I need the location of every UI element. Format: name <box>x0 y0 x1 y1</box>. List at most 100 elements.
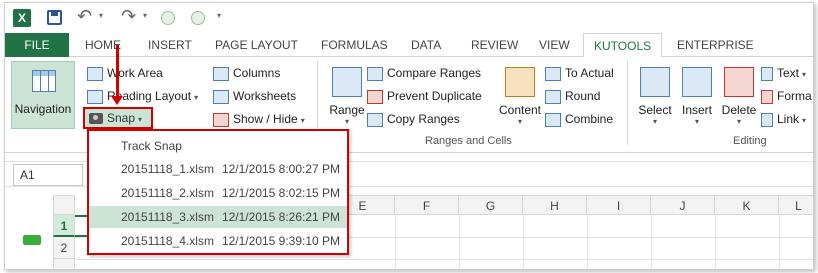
undo-dropdown-icon[interactable]: ▾ <box>99 11 103 20</box>
prevent-duplicate-icon <box>367 89 383 104</box>
snap-button[interactable]: Snap ▾ <box>83 107 153 129</box>
group-label-ranges-and-cells: Ranges and Cells <box>425 135 512 147</box>
combine-button[interactable]: Combine <box>545 109 613 129</box>
navigation-button[interactable]: Navigation <box>11 61 75 129</box>
snap-file-name: 20151118_4.xlsm <box>121 234 214 248</box>
camera-icon <box>89 113 103 125</box>
snap-timestamp: 12/1/2015 8:02:15 PM <box>221 186 341 200</box>
tab-formulas[interactable]: FORMULAS <box>321 33 388 57</box>
prevent-duplicate-button[interactable]: Prevent Duplicate <box>367 86 482 106</box>
combine-icon <box>545 112 561 127</box>
column-header-f[interactable]: F <box>395 195 459 215</box>
tab-enterprise[interactable]: ENTERPRISE <box>677 33 754 57</box>
column-header-i[interactable]: I <box>587 195 651 215</box>
grid-line <box>715 215 716 269</box>
columns-label: Columns <box>233 66 281 80</box>
tab-kutools[interactable]: KUTOOLS <box>583 33 663 58</box>
tab-view[interactable]: VIEW <box>539 33 570 57</box>
select-label: Select <box>638 103 672 117</box>
tab-page-layout[interactable]: PAGE LAYOUT <box>215 33 298 57</box>
copy-ranges-button[interactable]: Copy Ranges <box>367 109 460 129</box>
link-button[interactable]: Link ▾ <box>761 109 806 129</box>
reading-layout-icon <box>87 89 103 104</box>
active-cell-a1[interactable] <box>75 215 87 237</box>
insert-button[interactable]: Insert ▾ <box>673 61 721 129</box>
to-actual-icon <box>545 66 561 81</box>
snap-timestamp: 12/1/2015 8:26:21 PM <box>221 210 341 224</box>
insert-label: Insert <box>681 103 712 117</box>
text-button[interactable]: Text ▾ <box>761 63 806 83</box>
menu-item-snap[interactable]: 20151118_3.xlsm 12/1/2015 8:26:21 PM <box>89 206 347 228</box>
format-button[interactable]: Forma <box>761 86 812 106</box>
reading-layout-button[interactable]: Reading Layout ▾ <box>87 86 198 106</box>
content-button[interactable]: Content ▾ <box>493 61 547 129</box>
snap-file-name: 20151118_2.xlsm <box>121 186 214 200</box>
tab-data[interactable]: DATA <box>411 33 441 57</box>
to-actual-label: To Actual <box>565 66 614 80</box>
format-icon <box>761 89 773 104</box>
circle-button-icon[interactable] <box>191 11 205 25</box>
range-label: Range <box>329 103 365 117</box>
worksheets-icon <box>213 89 229 104</box>
column-header-l[interactable]: L <box>779 195 813 215</box>
menu-item-snap[interactable]: 20151118_1.xlsm 12/1/2015 8:00:27 PM <box>89 158 347 180</box>
to-actual-button[interactable]: To Actual <box>545 63 614 83</box>
tab-insert[interactable]: INSERT <box>148 33 192 57</box>
grid-line <box>779 215 780 269</box>
circle-button-icon[interactable] <box>161 11 175 25</box>
group-label-editing: Editing <box>733 135 767 147</box>
tab-file[interactable]: FILE <box>5 33 69 57</box>
compare-ranges-button[interactable]: Compare Ranges <box>367 63 481 83</box>
text-label: Text <box>777 66 800 80</box>
show-hide-button[interactable]: Show / Hide ▾ <box>213 109 305 129</box>
menu-item-track-snap[interactable]: Track Snap <box>89 135 347 157</box>
round-button[interactable]: Round <box>545 86 600 106</box>
chevron-down-icon: ▾ <box>300 116 305 125</box>
snap-timestamp: 12/1/2015 9:39:10 PM <box>221 234 341 248</box>
grid-line <box>523 215 524 269</box>
save-icon[interactable] <box>47 10 62 25</box>
delete-button[interactable]: Delete ▾ <box>715 61 763 129</box>
prevent-duplicate-label: Prevent Duplicate <box>387 89 482 103</box>
text-icon <box>761 66 773 81</box>
row-header-3[interactable] <box>53 259 75 269</box>
work-area-icon <box>87 66 103 81</box>
excel-window: X ↶ ▾ ↷ ▾ ▾ FILE HOME INSERT PAGE LAYOUT… <box>4 2 814 270</box>
row-header-1[interactable]: 1 <box>53 215 75 237</box>
column-header-k[interactable]: K <box>715 195 779 215</box>
chevron-down-icon: ▾ <box>802 70 807 79</box>
copy-ranges-label: Copy Ranges <box>387 112 460 126</box>
redo-dropdown-icon[interactable]: ▾ <box>143 11 147 20</box>
column-header-j[interactable]: J <box>651 195 715 215</box>
column-header-g[interactable]: G <box>459 195 523 215</box>
column-header-h[interactable]: H <box>523 195 587 215</box>
select-button[interactable]: Select ▾ <box>631 61 679 129</box>
undo-icon[interactable]: ↶ <box>77 6 92 27</box>
select-icon <box>640 67 670 97</box>
name-box[interactable]: A1 <box>13 164 83 186</box>
range-button[interactable]: Range ▾ <box>323 61 371 129</box>
menu-item-snap[interactable]: 20151118_2.xlsm 12/1/2015 8:02:15 PM <box>89 182 347 204</box>
worksheets-button[interactable]: Worksheets <box>213 86 296 106</box>
tab-review[interactable]: REVIEW <box>471 33 518 57</box>
chevron-down-icon: ▾ <box>517 117 522 126</box>
content-icon <box>505 67 535 97</box>
customize-toolbar-icon[interactable]: ▾ <box>217 11 221 20</box>
navigation-label: Navigation <box>14 102 72 116</box>
select-all-corner[interactable] <box>53 195 75 215</box>
chevron-down-icon: ▾ <box>194 93 199 102</box>
chevron-down-icon: ▾ <box>802 116 807 125</box>
columns-button[interactable]: Columns <box>213 63 280 83</box>
grid-line <box>75 259 813 260</box>
work-area-button[interactable]: Work Area <box>87 63 163 83</box>
menu-item-snap[interactable]: 20151118_4.xlsm 12/1/2015 9:39:10 PM <box>89 230 347 252</box>
range-icon <box>332 67 362 97</box>
redo-icon[interactable]: ↷ <box>121 6 136 27</box>
row-header-2[interactable]: 2 <box>53 237 75 259</box>
compare-ranges-label: Compare Ranges <box>387 66 482 80</box>
worksheets-label: Worksheets <box>233 89 297 103</box>
format-label: Forma <box>777 89 812 103</box>
grid-line <box>459 215 460 269</box>
chevron-down-icon: ▾ <box>344 117 349 126</box>
round-label: Round <box>565 89 601 103</box>
